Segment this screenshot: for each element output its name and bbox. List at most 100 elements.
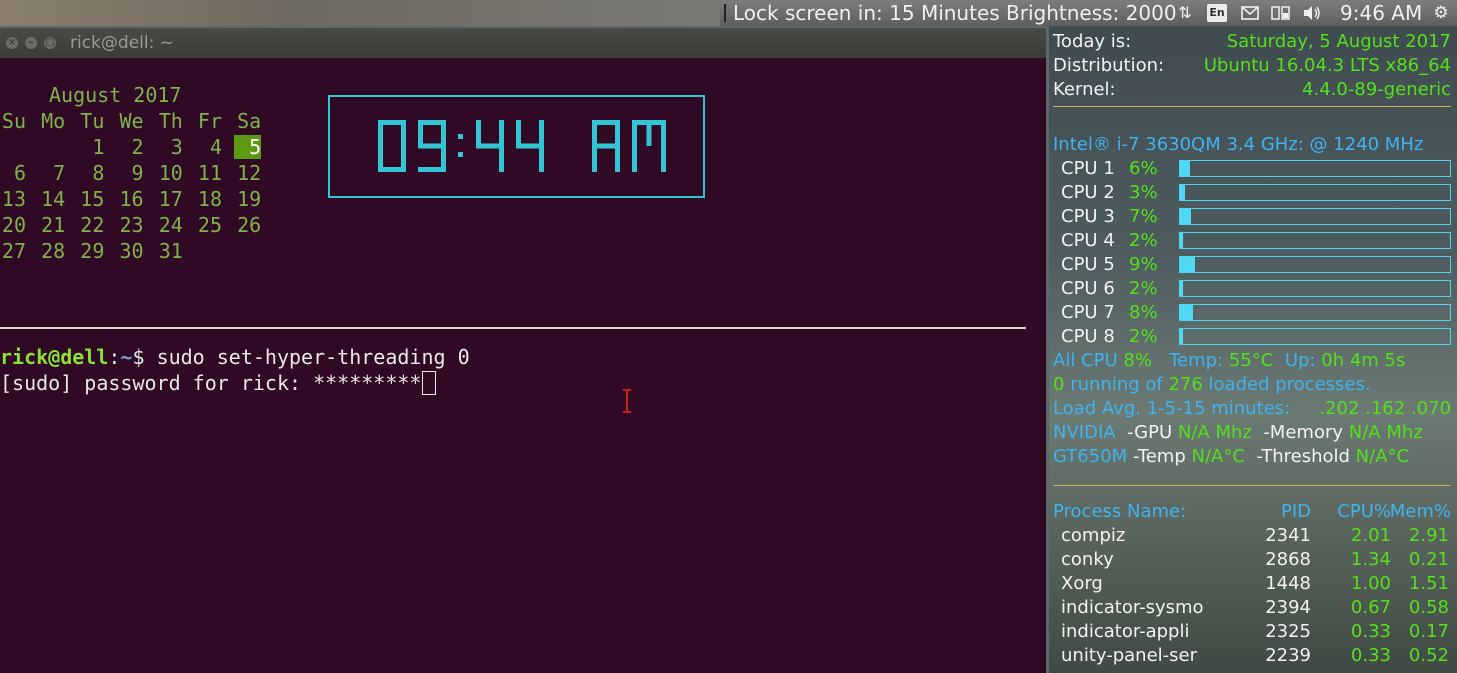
volume-icon[interactable]: [1301, 3, 1323, 23]
close-icon[interactable]: ×: [6, 37, 18, 49]
calendar-day: 17: [158, 187, 183, 211]
cpu-row: CPU 1 6%: [1061, 157, 1457, 181]
gpu-temp-value: N/A°C: [1191, 446, 1245, 467]
cpu-usage-fill: [1180, 185, 1185, 200]
process-mem: 1.51: [1408, 573, 1449, 594]
load-value: .202 .162 .070: [1319, 398, 1451, 419]
conky-panel: Today is: Saturday, 5 August 2017 Distri…: [1049, 26, 1457, 673]
minimize-icon[interactable]: –: [25, 37, 37, 49]
cpu-usage-bar: [1179, 160, 1451, 177]
calendar-day: 15: [80, 187, 105, 211]
gpu-model: GT650M: [1053, 446, 1128, 467]
calendar-day: 9: [131, 161, 144, 185]
prompt-separator: :: [108, 345, 121, 369]
maximize-icon[interactable]: □: [44, 37, 56, 49]
calendar-day: 29: [80, 239, 105, 263]
clock-digit: [418, 120, 446, 172]
calendar-day: 26: [237, 213, 262, 237]
cpu-usage-fill: [1180, 209, 1192, 224]
text-cursor: [422, 371, 437, 395]
calendar-day: 28: [41, 239, 66, 263]
process-cpu: 2.01: [1350, 525, 1391, 546]
process-mem: 0.52: [1408, 645, 1449, 666]
process-row: conky 2868 1.34 0.21: [1049, 548, 1457, 572]
process-pid: 2394: [1265, 597, 1311, 618]
calendar-day: 8: [92, 161, 105, 185]
calendar-day: 23: [119, 213, 144, 237]
cpu-usage-fill: [1180, 305, 1193, 320]
calendar-day: 11: [197, 161, 222, 185]
clock-digits: [378, 120, 666, 172]
process-pid: 2341: [1265, 525, 1311, 546]
process-cpu: 0.67: [1350, 597, 1391, 618]
clock-digit: [632, 120, 666, 172]
cpu-label: CPU 8: [1061, 326, 1115, 347]
process-row: Xorg 1448 1.00 1.51: [1049, 572, 1457, 596]
terminal-divider: [0, 327, 1026, 329]
process-name: compiz: [1061, 525, 1126, 546]
cpu-percent: 2%: [1129, 326, 1158, 347]
process-cpu: 0.33: [1350, 645, 1391, 666]
process-row: unity-panel-ser 2239 0.33 0.52: [1049, 644, 1457, 668]
calendar-day: 13: [1, 187, 26, 211]
cpu-usage-bar: [1179, 232, 1451, 249]
lock-brightness-indicator[interactable]: Lock screen in: 15 Minutes Brightness: 2…: [733, 1, 1177, 25]
memory-label: -Memory: [1263, 422, 1344, 443]
cpu-percent: 8%: [1129, 302, 1158, 323]
calendar-weekday: Fr: [197, 109, 222, 133]
prompt-symbol: $: [132, 345, 157, 369]
conky-rule: [1053, 106, 1451, 107]
cpu-label: CPU 3: [1061, 206, 1115, 227]
calendar-day: 4: [209, 135, 222, 159]
process-pid: 2868: [1265, 549, 1311, 570]
cpu-row: CPU 6 2%: [1061, 277, 1457, 301]
terminal-window[interactable]: × – □ rick@dell: ~ August 2017 Su Mo Tu We T…: [0, 28, 1046, 673]
process-name: conky: [1061, 549, 1114, 570]
calendar-weekday: Sa: [237, 109, 262, 133]
today-label: Today is:: [1053, 31, 1132, 52]
calendar-day: 7: [53, 161, 66, 185]
mem-header: Mem%: [1389, 501, 1451, 522]
cpu-usage-bar: [1179, 208, 1451, 225]
cpu-usage-bar: [1179, 184, 1451, 201]
calendar-day: [234, 239, 261, 263]
calendar-week: 1 2 3 45: [0, 135, 270, 161]
calendar-day: [0, 135, 26, 159]
battery-icon[interactable]: [1270, 3, 1292, 23]
today-value: Saturday, 5 August 2017: [1226, 31, 1451, 52]
calendar-day: 18: [197, 187, 222, 211]
gpu-vendor: NVIDIA: [1053, 422, 1116, 443]
calendar-weekday: Th: [158, 109, 183, 133]
transfer-arrows-icon[interactable]: ⇅: [1176, 3, 1194, 23]
gear-icon[interactable]: ⚙: [1430, 3, 1452, 23]
mail-icon[interactable]: [1239, 3, 1261, 23]
command-text: sudo set-hyper-threading 0: [156, 345, 470, 369]
loaded-count: 276: [1168, 374, 1203, 395]
calendar-day: 27: [1, 239, 26, 263]
load-label: Load Avg. 1-5-15 minutes:: [1053, 398, 1291, 419]
temp-value: 55°C: [1228, 350, 1274, 371]
panel-clock[interactable]: 9:46 AM: [1340, 1, 1422, 25]
cpu-percent: 3%: [1129, 182, 1158, 203]
window-titlebar[interactable]: × – □ rick@dell: ~: [0, 28, 1046, 58]
calendar-day: 6: [13, 161, 26, 185]
cpu-usage-bar: [1179, 280, 1451, 297]
gpu-label: -GPU: [1127, 422, 1173, 443]
password-line[interactable]: [sudo] password for rick: *********: [0, 370, 437, 396]
calendar-day: 20: [1, 213, 26, 237]
cpu-label: CPU 1: [1061, 158, 1115, 179]
calendar-weekday: We: [119, 109, 144, 133]
keyboard-layout-icon[interactable]: En: [1207, 4, 1227, 22]
threshold-value: N/A°C: [1355, 446, 1410, 467]
cpu-label: CPU 7: [1061, 302, 1115, 323]
uptime-value: 0h 4m 5s: [1321, 350, 1406, 371]
process-count: 0 running of 276 loaded processes.: [1053, 373, 1371, 397]
calendar-day: 16: [119, 187, 144, 211]
threshold-label: -Threshold: [1256, 446, 1350, 467]
cpu-usage-fill: [1180, 257, 1195, 272]
calendar-weekday: Tu: [80, 109, 105, 133]
password-prompt: [sudo] password for rick: *********: [0, 371, 422, 395]
calendar-day: 19: [237, 187, 262, 211]
cpu-usage-fill: [1180, 161, 1190, 176]
cpu-model: Intel® i-7 3630QM 3.4 GHz: @ 1240 MHz: [1053, 134, 1424, 155]
